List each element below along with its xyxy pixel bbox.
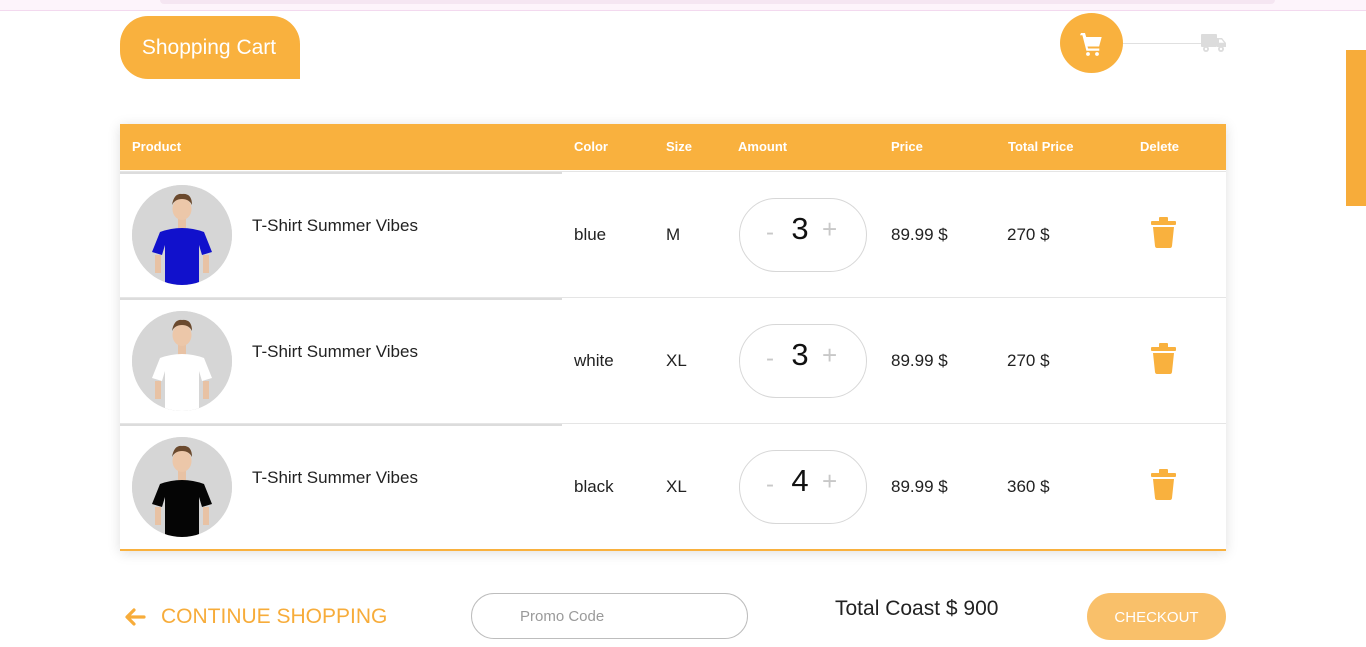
product-color: white (574, 351, 614, 370)
quantity-value[interactable]: 4 (790, 463, 810, 499)
product-price: 89.99 $ (891, 351, 948, 370)
table-row: T-Shirt Summer Vibes blue M - 3 + 89.99 … (120, 171, 1226, 297)
promo-code-input[interactable] (471, 593, 748, 639)
quantity-stepper: - 3 + (739, 198, 867, 272)
cart-icon (1080, 33, 1102, 56)
row-divider (120, 298, 562, 300)
model-photo (132, 437, 232, 537)
trash-icon[interactable] (1150, 343, 1177, 374)
model-photo (132, 185, 232, 285)
product-name[interactable]: T-Shirt Summer Vibes (252, 216, 418, 236)
row-divider (120, 172, 562, 174)
product-price: 89.99 $ (891, 477, 948, 496)
truck-icon (1201, 34, 1226, 52)
product-total-price: 360 $ (1007, 477, 1050, 496)
page: Shopping Cart Product Color Size Amount … (0, 0, 1366, 647)
browser-top-strip (0, 0, 1366, 11)
table-row: T-Shirt Summer Vibes black XL - 4 + 89.9… (120, 423, 1226, 549)
col-total-price: Total Price (1008, 139, 1074, 154)
quantity-stepper: - 3 + (739, 324, 867, 398)
col-amount: Amount (738, 139, 788, 154)
decrement-button[interactable]: - (766, 219, 774, 247)
product-name[interactable]: T-Shirt Summer Vibes (252, 468, 418, 488)
increment-button[interactable]: + (822, 214, 837, 245)
table-row: T-Shirt Summer Vibes white XL - 3 + 89.9… (120, 297, 1226, 423)
product-image (132, 437, 232, 537)
product-price: 89.99 $ (891, 225, 948, 244)
product-color: black (574, 477, 614, 496)
trash-icon[interactable] (1150, 217, 1177, 248)
quantity-stepper: - 4 + (739, 450, 867, 524)
checkout-button[interactable]: CHECKOUT (1087, 593, 1226, 640)
col-price: Price (891, 139, 923, 154)
quantity-value[interactable]: 3 (790, 337, 810, 373)
trash-icon[interactable] (1150, 469, 1177, 500)
col-size: Size (666, 139, 693, 154)
col-delete: Delete (1140, 139, 1180, 154)
model-photo (132, 311, 232, 411)
product-total-price: 270 $ (1007, 351, 1050, 370)
col-product: Product (132, 139, 182, 154)
decrement-button[interactable]: - (766, 471, 774, 499)
col-color: Color (574, 139, 608, 154)
arrow-left-icon (125, 608, 146, 626)
increment-button[interactable]: + (822, 466, 837, 497)
step-connector (1123, 43, 1201, 44)
product-size: XL (666, 477, 687, 496)
step-cart (1060, 13, 1123, 73)
quantity-value[interactable]: 3 (790, 211, 810, 247)
continue-shopping-label: CONTINUE SHOPPING (161, 605, 388, 628)
product-size: M (666, 225, 681, 244)
product-total-price: 270 $ (1007, 225, 1050, 244)
top-strip-bar (160, 0, 1275, 4)
row-divider (120, 424, 562, 426)
product-name[interactable]: T-Shirt Summer Vibes (252, 342, 418, 362)
product-image (132, 185, 232, 285)
increment-button[interactable]: + (822, 340, 837, 371)
table-header: Product Color Size Amount Price Total Pr… (120, 124, 1226, 170)
product-image (132, 311, 232, 411)
decrement-button[interactable]: - (766, 345, 774, 373)
cart-table: Product Color Size Amount Price Total Pr… (120, 124, 1226, 551)
scrollbar-thumb[interactable] (1346, 50, 1366, 206)
product-size: XL (666, 351, 687, 370)
page-title: Shopping Cart (120, 16, 300, 79)
total-cost: Total Coast $ 900 (835, 597, 999, 620)
product-color: blue (574, 225, 607, 244)
